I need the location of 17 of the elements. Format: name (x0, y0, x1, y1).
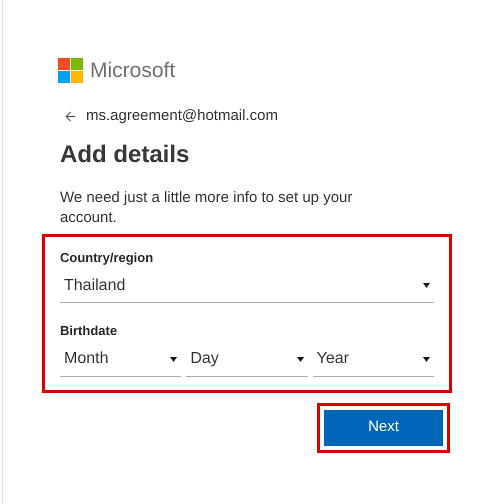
caret-icon (422, 356, 430, 362)
caret-icon (423, 283, 430, 288)
next-button[interactable]: Next (324, 410, 443, 446)
dropdown[interactable]: Month (60, 342, 182, 376)
account-email: ms.agreement@hotmail.com (86, 106, 278, 126)
brand-name: Microsoft (90, 60, 176, 81)
logo-icon (58, 58, 83, 83)
dropdown[interactable]: Day (186, 342, 308, 376)
dropdown[interactable]: Year (312, 342, 434, 376)
field-label: Country/region (60, 248, 154, 267)
field-label: Birthdate (60, 322, 118, 340)
caret-icon (170, 356, 178, 362)
back-icon[interactable] (63, 108, 78, 124)
caret-icon (296, 356, 304, 362)
dropdown[interactable]: Thailand (60, 269, 434, 303)
page-title: Add details (59, 140, 190, 170)
description: We need just a little more info to set up your account. (59, 188, 354, 228)
